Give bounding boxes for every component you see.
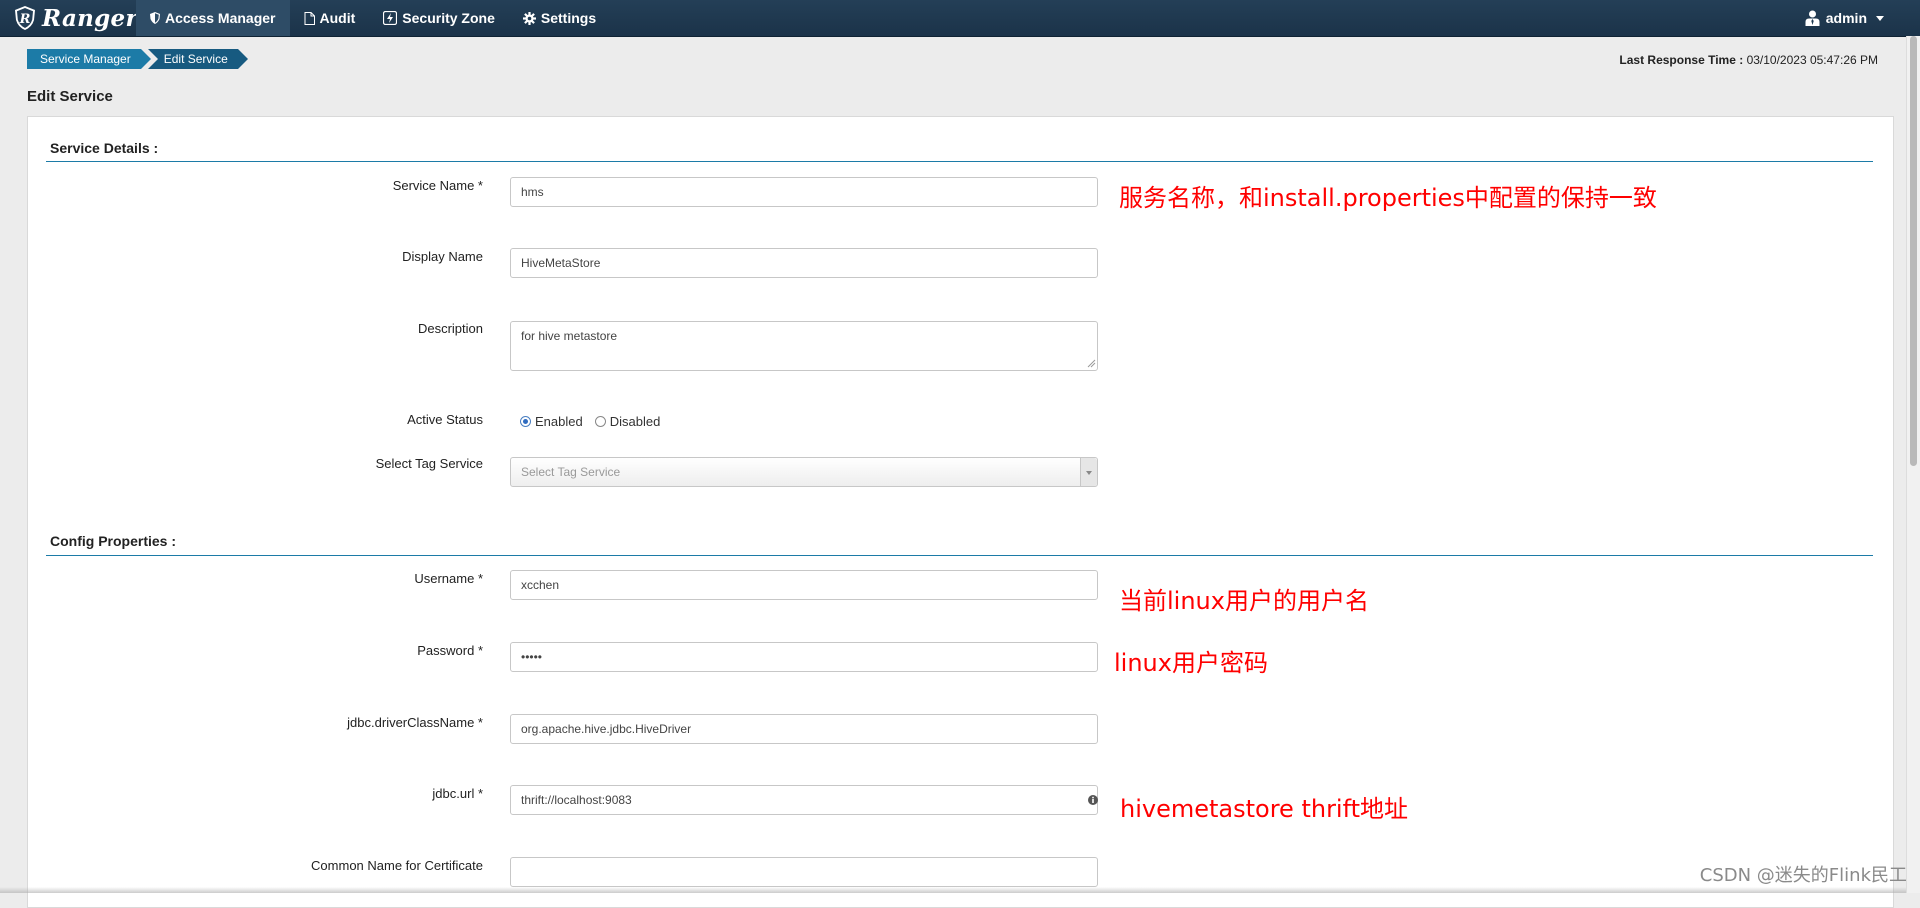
password-label: Password *	[417, 643, 483, 658]
info-icon[interactable]	[1088, 795, 1098, 805]
password-input[interactable]	[510, 642, 1098, 672]
annotation-password: linux用户密码	[1114, 649, 1268, 677]
breadcrumb: Service Manager Edit Service	[27, 49, 248, 69]
radio-disabled[interactable]	[594, 416, 606, 427]
csdn-watermark: CSDN @迷失的Flink民工	[1699, 865, 1907, 886]
display-name-label: Display Name	[402, 249, 483, 264]
breadcrumb-service-manager[interactable]: Service Manager	[27, 49, 151, 69]
zone-icon	[383, 11, 398, 25]
section-title-config-properties: Config Properties :	[50, 533, 177, 549]
brand-name: Ranger	[42, 4, 138, 32]
svg-text:R: R	[19, 12, 31, 27]
shield-icon	[150, 12, 160, 24]
nav-access-manager-label: Access Manager	[165, 10, 276, 26]
scrollbar-thumb[interactable]	[1910, 36, 1917, 466]
radio-disabled-label[interactable]: Disabled	[610, 414, 661, 429]
jdbc-url-input[interactable]	[510, 785, 1098, 815]
user-name: admin	[1825, 10, 1867, 26]
top-navbar: R Ranger Access Manager Audit Security Z…	[0, 0, 1920, 37]
section-title-service-details: Service Details :	[50, 140, 159, 156]
last-response-label: Last Response Time :	[1619, 53, 1744, 67]
annotation-service-name: 服务名称，和install.properties中配置的保持一致	[1119, 184, 1657, 212]
jdbc-url-label: jdbc.url *	[432, 786, 483, 801]
username-label: Username *	[414, 571, 483, 586]
last-response-time: Last Response Time : 03/10/2023 05:47:26…	[1619, 53, 1878, 67]
section-divider	[46, 555, 1873, 556]
ranger-badge-icon: R	[15, 6, 35, 30]
active-status-radio-group: Enabled Disabled	[520, 414, 672, 429]
active-status-label: Active Status	[407, 412, 483, 427]
display-name-input[interactable]	[510, 248, 1098, 278]
page-title: Edit Service	[27, 88, 113, 105]
nav-security-zone[interactable]: Security Zone	[369, 0, 509, 36]
resize-grip-icon[interactable]	[1087, 359, 1096, 368]
section-divider	[46, 161, 1873, 162]
radio-enabled-label[interactable]: Enabled	[535, 414, 583, 429]
ranger-logo[interactable]: R Ranger	[12, 3, 138, 33]
last-response-value: 03/10/2023 05:47:26 PM	[1746, 53, 1878, 67]
edit-service-form: Service Details : Service Name * Display…	[27, 116, 1894, 908]
caret-down-icon	[1876, 15, 1884, 21]
description-label: Description	[417, 321, 483, 336]
gear-icon	[522, 11, 536, 25]
common-name-input[interactable]	[510, 857, 1098, 887]
service-name-input[interactable]	[510, 177, 1098, 207]
user-icon	[1805, 10, 1820, 26]
bottom-shadow	[0, 887, 1907, 893]
dropdown-arrow-icon[interactable]	[1080, 458, 1097, 486]
user-menu[interactable]: admin	[1805, 0, 1884, 36]
username-input[interactable]	[510, 570, 1098, 600]
common-name-label: Common Name for Certificate	[311, 858, 483, 873]
annotation-url: hivemetastore thrift地址	[1120, 795, 1409, 823]
file-icon	[304, 11, 315, 25]
nav-audit[interactable]: Audit	[290, 0, 370, 36]
tag-service-select[interactable]: Select Tag Service	[510, 457, 1098, 487]
jdbc-driver-input[interactable]	[510, 714, 1098, 744]
service-name-label: Service Name *	[392, 178, 483, 193]
annotation-username: 当前linux用户的用户名	[1119, 587, 1369, 615]
tag-service-placeholder: Select Tag Service	[521, 465, 621, 479]
page-scrollbar[interactable]	[1906, 36, 1920, 893]
nav-access-manager[interactable]: Access Manager	[136, 0, 290, 36]
main-nav: Access Manager Audit Security Zone Setti…	[136, 0, 610, 36]
nav-security-zone-label: Security Zone	[402, 10, 495, 26]
nav-audit-label: Audit	[319, 10, 356, 26]
description-textarea[interactable]: for hive metastore	[510, 321, 1098, 371]
nav-settings-label: Settings	[540, 10, 597, 26]
radio-enabled[interactable]	[520, 416, 531, 427]
breadcrumb-edit-service[interactable]: Edit Service	[147, 49, 248, 69]
jdbc-driver-label: jdbc.driverClassName *	[347, 715, 483, 730]
tag-service-label: Select Tag Service	[375, 456, 483, 471]
nav-settings[interactable]: Settings	[509, 0, 610, 36]
